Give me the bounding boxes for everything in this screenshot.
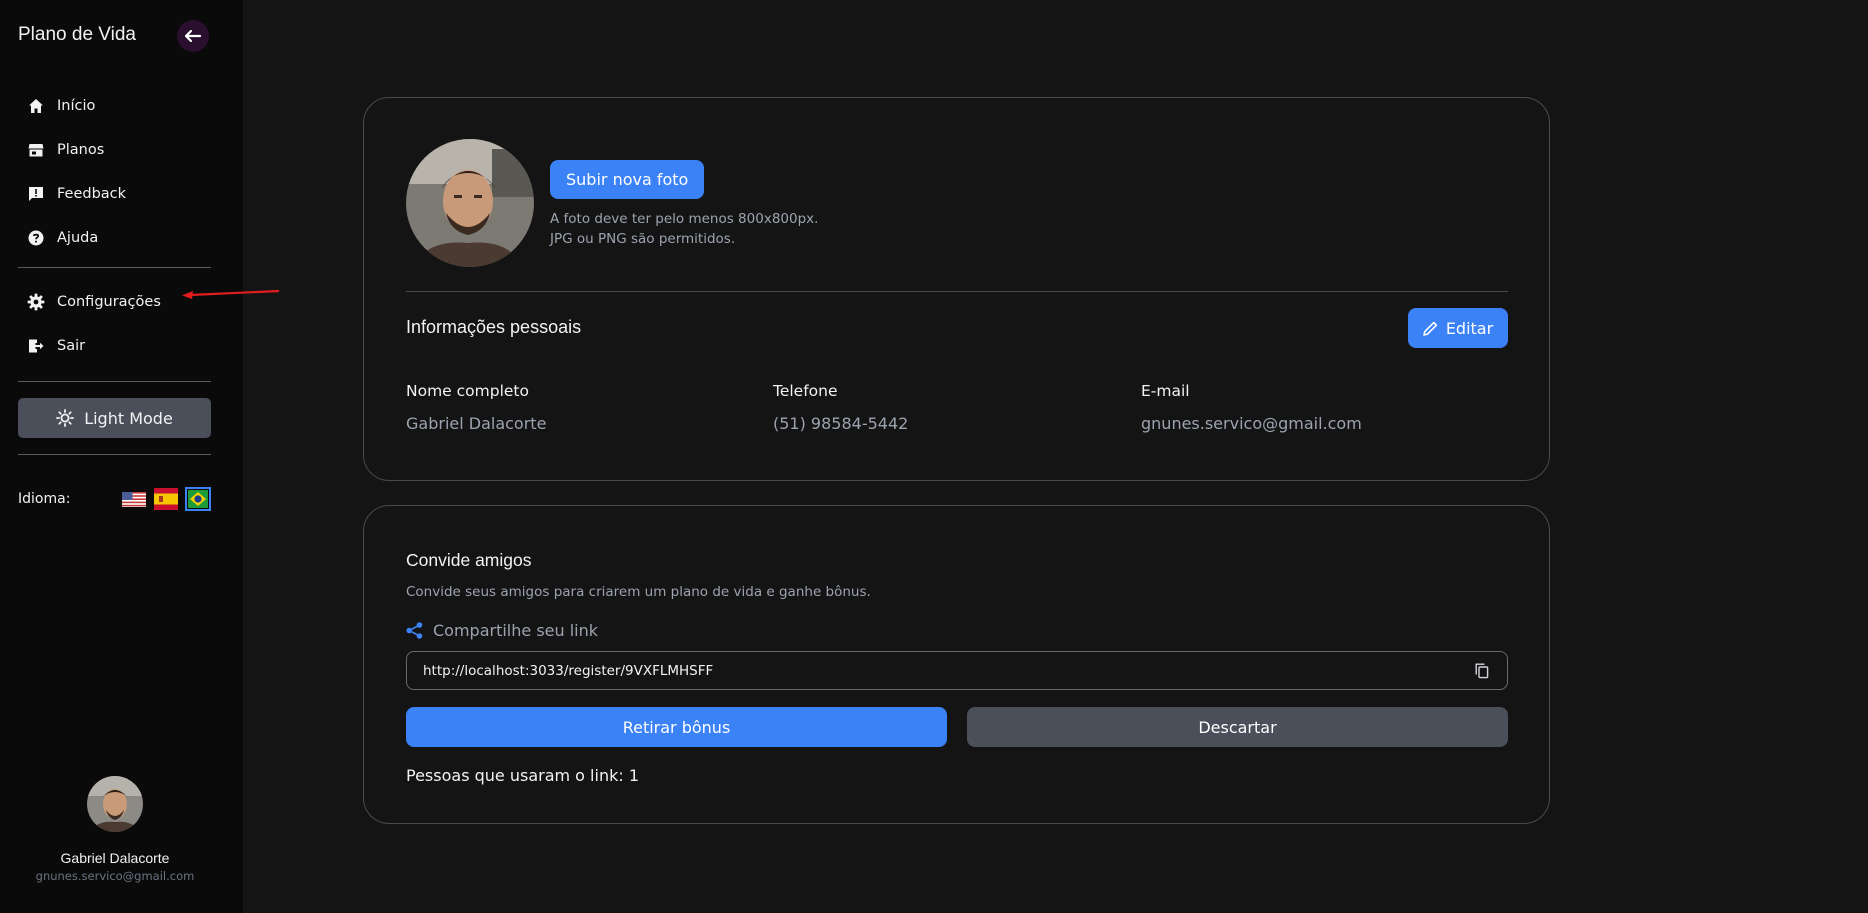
language-selector: Idioma:: [18, 486, 211, 512]
user-name: Gabriel Dalacorte: [60, 850, 170, 866]
home-icon: [27, 97, 45, 115]
field-email: E-mail gnunes.servico@gmail.com: [1141, 382, 1362, 433]
edit-label: Editar: [1445, 318, 1494, 338]
field-label: Nome completo: [406, 382, 529, 400]
field-label: E-mail: [1141, 382, 1190, 400]
copy-icon[interactable]: [1473, 662, 1491, 680]
es-flag[interactable]: [153, 487, 179, 511]
sidebar-item-sair[interactable]: Sair: [18, 324, 211, 368]
app-title: Plano de Vida: [18, 24, 136, 45]
profile-card: Subir nova foto A foto deve ter pelo men…: [363, 97, 1550, 481]
sidebar-item-ajuda[interactable]: Ajuda: [18, 216, 211, 260]
field-value: gnunes.servico@gmail.com: [1141, 414, 1362, 433]
share-link-label: Compartilhe seu link: [406, 621, 598, 640]
withdraw-bonus-label: Retirar bônus: [622, 717, 731, 737]
referral-link-field[interactable]: http://localhost:3033/register/9VXFLMHSF…: [406, 651, 1508, 690]
field-value: (51) 98584-5442: [773, 414, 909, 433]
sidebar-divider: [18, 454, 211, 455]
invite-description: Convide seus amigos para criarem um plan…: [406, 584, 871, 600]
gear-icon: [27, 293, 45, 311]
sidebar-item-planos[interactable]: Planos: [18, 128, 211, 172]
upload-photo-label: Subir nova foto: [566, 170, 689, 189]
feedback-icon: [27, 185, 45, 203]
sidebar: Plano de Vida Início Planos Feedback Aju…: [0, 0, 243, 913]
discard-button[interactable]: Descartar: [967, 707, 1508, 747]
language-label: Idioma:: [18, 491, 71, 507]
pencil-icon: [1423, 321, 1438, 336]
sidebar-item-label: Configurações: [57, 294, 161, 310]
sidebar-item-label: Sair: [57, 338, 86, 354]
sidebar-divider: [18, 267, 211, 268]
share-icon: [406, 622, 423, 639]
en-us-flag[interactable]: [121, 487, 147, 511]
sidebar-item-inicio[interactable]: Início: [18, 84, 211, 128]
edit-button[interactable]: Editar: [1408, 308, 1508, 348]
sidebar-item-label: Feedback: [57, 186, 127, 202]
sidebar-item-feedback[interactable]: Feedback: [18, 172, 211, 216]
avatar[interactable]: [87, 776, 143, 832]
field-label: Telefone: [773, 382, 838, 400]
discard-label: Descartar: [1198, 717, 1277, 737]
link-usage-count: Pessoas que usaram o link: 1: [406, 766, 639, 785]
help-icon: [27, 229, 45, 247]
photo-hint-format: JPG ou PNG são permitidos.: [550, 231, 736, 247]
field-phone: Telefone (51) 98584-5442: [773, 382, 908, 433]
sidebar-divider: [18, 381, 211, 382]
field-value: Gabriel Dalacorte: [406, 414, 547, 433]
profile-photo: [406, 139, 534, 267]
withdraw-bonus-button[interactable]: Retirar bônus: [406, 707, 947, 747]
referral-link-value: http://localhost:3033/register/9VXFLMHSF…: [423, 662, 714, 679]
main-nav: Início Planos Feedback Ajuda: [18, 84, 211, 260]
field-full-name: Nome completo Gabriel Dalacorte: [406, 382, 546, 433]
invite-card: Convide amigos Convide seus amigos para …: [363, 505, 1550, 824]
invite-title: Convide amigos: [406, 550, 532, 570]
sidebar-item-label: Planos: [57, 142, 105, 158]
photo-hint: A foto deve ter pelo menos 800x800px. JP…: [550, 209, 818, 249]
light-mode-label: Light Mode: [84, 408, 173, 428]
sun-icon: [56, 409, 75, 427]
sidebar-item-label: Início: [57, 98, 96, 114]
logout-icon: [27, 337, 45, 355]
arrow-left-icon: [185, 30, 201, 42]
user-email: gnunes.servico@gmail.com: [35, 869, 195, 883]
store-icon: [27, 141, 45, 159]
sidebar-item-label: Ajuda: [57, 230, 99, 246]
pt-br-flag[interactable]: [185, 487, 211, 511]
user-profile-summary: Gabriel Dalacorte gnunes.servico@gmail.c…: [0, 776, 230, 883]
light-mode-button[interactable]: Light Mode: [18, 398, 211, 438]
card-divider: [406, 291, 1508, 292]
personal-info-title: Informações pessoais: [406, 317, 582, 337]
upload-photo-button[interactable]: Subir nova foto: [550, 160, 705, 199]
share-label: Compartilhe seu link: [433, 621, 599, 640]
photo-hint-size: A foto deve ter pelo menos 800x800px.: [550, 211, 819, 227]
annotation-arrow: [182, 289, 280, 299]
collapse-sidebar-button[interactable]: [177, 20, 209, 52]
